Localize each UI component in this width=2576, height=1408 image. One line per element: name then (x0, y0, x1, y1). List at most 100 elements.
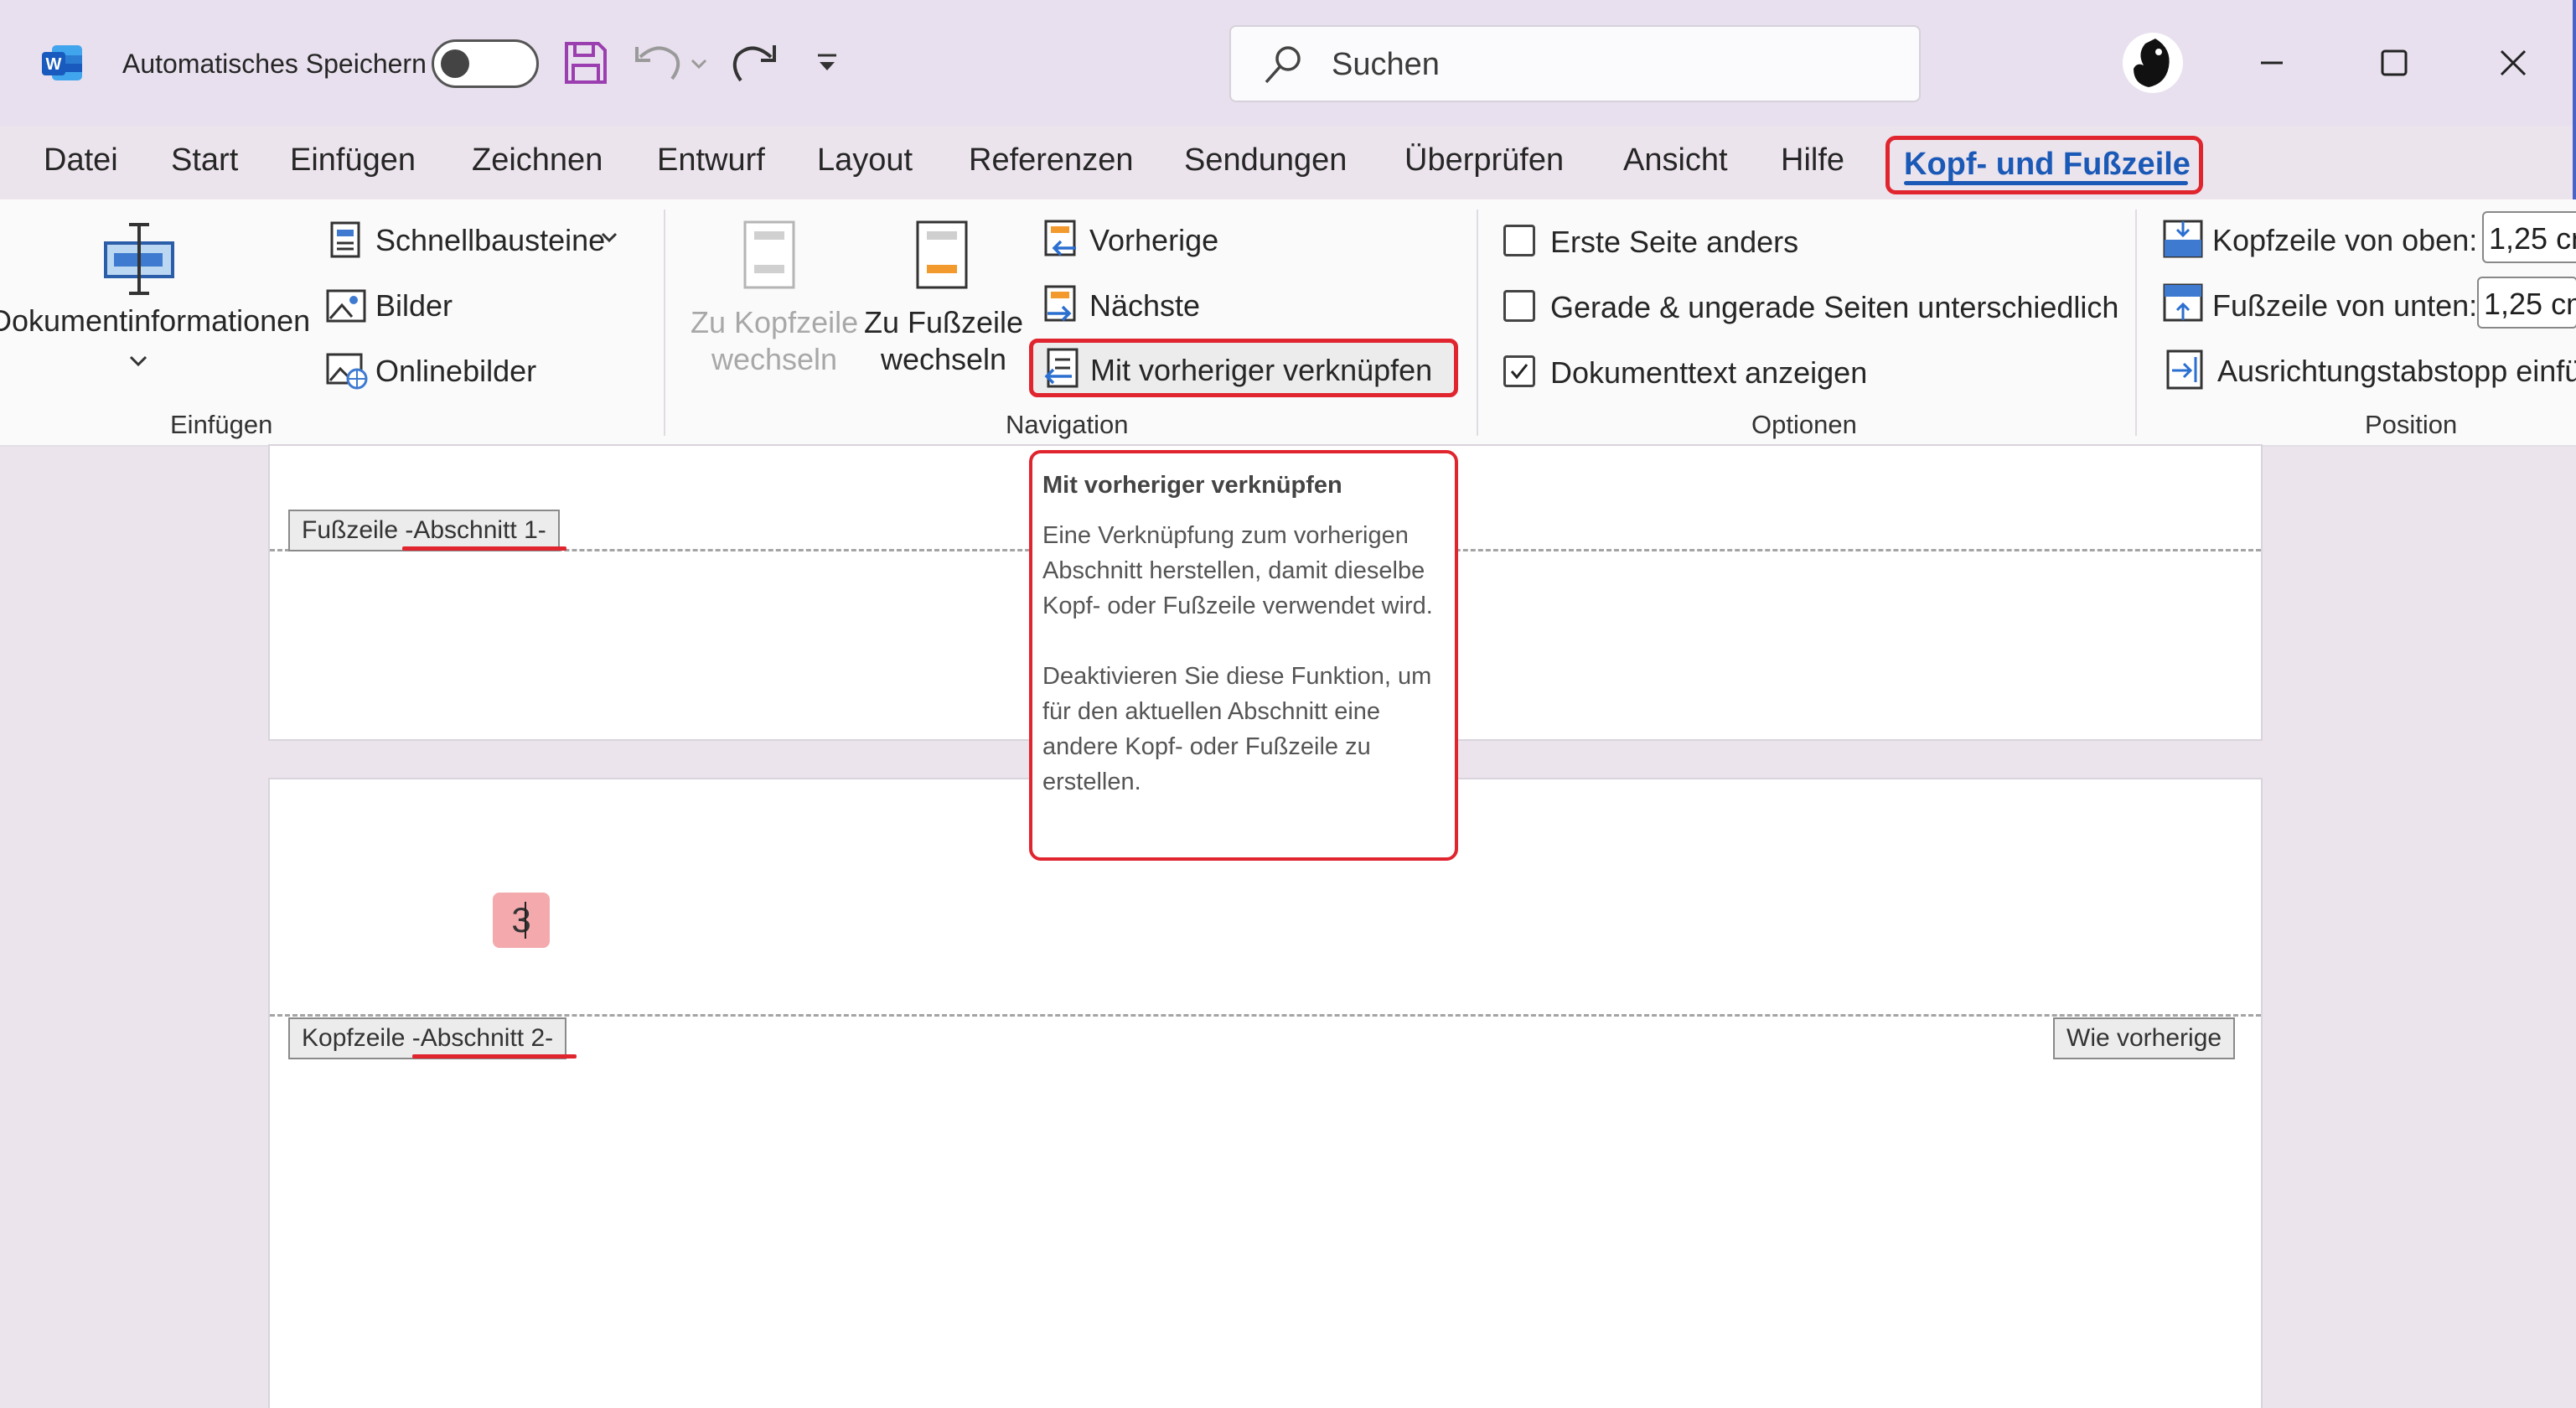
tooltip-title: Mit vorheriger verknüpfen (1042, 472, 1342, 499)
group-label-einfuegen: Einfügen (170, 410, 273, 439)
tab-hilfe[interactable]: Hilfe (1781, 142, 1844, 179)
bilder-label: Bilder (375, 288, 453, 323)
dokumenttext-checkbox[interactable] (1503, 355, 1535, 387)
option-erste-seite-anders[interactable]: Erste Seite anders (1503, 221, 1839, 260)
close-icon[interactable] (2484, 34, 2542, 92)
kopfzeile-von-oben-input[interactable]: 1,25 cm (2482, 211, 2576, 263)
goto-header-icon (743, 220, 795, 289)
dokumentinformationen-button[interactable]: Dokumentinformationen (0, 215, 312, 382)
link-to-previous-icon (1044, 348, 1079, 388)
next-icon (1044, 285, 1076, 322)
tab-ansicht[interactable]: Ansicht (1623, 142, 1728, 179)
search-box[interactable]: Suchen (1229, 25, 1921, 102)
fusszeile-von-unten-label: Fußzeile von unten: (2212, 288, 2478, 323)
onlinebilder-button[interactable]: Onlinebilder (323, 350, 550, 392)
zu-fusszeile-line1: Zu Fußzeile (863, 305, 1024, 339)
tooltip-paragraph-1: Eine Verknüpfung zum vorherigen Abschnit… (1042, 522, 1433, 619)
dokumentinformationen-label: Dokumentinformationen (0, 303, 311, 338)
tab-zeichnen[interactable]: Zeichnen (472, 142, 603, 179)
maximize-icon[interactable] (2365, 34, 2423, 92)
gerade-ungerade-checkbox[interactable] (1503, 290, 1535, 322)
zu-kopfzeile-wechseln-button: Zu Kopfzeile wechseln (679, 215, 863, 382)
previous-icon (1044, 220, 1076, 256)
checkmark-icon (1510, 364, 1529, 380)
header-section-2-tag: Kopfzeile -Abschnitt 2- (288, 1017, 567, 1059)
naechste-label: Nächste (1089, 288, 1201, 323)
tab-referenzen[interactable]: Referenzen (969, 142, 1133, 179)
gerade-ungerade-label: Gerade & ungerade Seiten unterschiedlich (1550, 290, 2119, 324)
header-boundary-line (270, 1014, 2261, 1017)
footer-bottom-icon (2163, 283, 2203, 322)
customize-toolbar-icon[interactable] (813, 50, 841, 75)
dokumenttext-label: Dokumenttext anzeigen (1550, 355, 1868, 390)
online-pictures-icon (326, 353, 368, 390)
vorherige-label: Vorherige (1089, 223, 1219, 257)
pictures-icon (326, 289, 366, 323)
zu-fusszeile-line2: wechseln (880, 342, 1007, 376)
minimize-icon[interactable] (2242, 34, 2301, 92)
zu-kopfzeile-line2: wechseln (711, 342, 838, 376)
ribbon-separator (664, 210, 665, 436)
ausrichtungstabstopp-button[interactable]: Ausrichtungstabstopp einfügen (2162, 347, 2576, 392)
tab-kopf-und-fusszeile[interactable]: Kopf- und Fußzeile (1885, 136, 2203, 194)
erste-seite-checkbox[interactable] (1503, 225, 1535, 256)
page-2 (268, 778, 2263, 1408)
alignment-tab-icon (2166, 349, 2203, 390)
group-label-position: Position (2365, 410, 2458, 439)
autosave-label: Automatisches Speichern (122, 49, 427, 79)
bilder-button[interactable]: Bilder (323, 285, 491, 327)
autosave-toggle[interactable] (432, 39, 539, 88)
ribbon-separator (2135, 210, 2137, 436)
tab-datei[interactable]: Datei (44, 142, 118, 179)
footer-section-1-tag: Fußzeile -Abschnitt 1- (288, 510, 560, 551)
mit-vorheriger-verknuepfen-button[interactable]: Mit vorheriger verknüpfen (1029, 339, 1458, 397)
option-dokumenttext-anzeigen[interactable]: Dokumenttext anzeigen (1503, 352, 1889, 391)
tooltip-mit-vorheriger-verknuepfen: Mit vorheriger verknüpfen Eine Verknüpfu… (1029, 450, 1458, 861)
fusszeile-von-unten-input[interactable]: 1,25 cm (2477, 277, 2576, 329)
ausrichtungstabstopp-label: Ausrichtungstabstopp einfügen (2217, 354, 2576, 388)
ribbon-separator (1477, 210, 1478, 436)
goto-footer-icon (916, 220, 968, 289)
search-icon (1265, 46, 1301, 84)
zu-kopfzeile-line1: Zu Kopfzeile (691, 305, 859, 339)
tab-einfuegen[interactable]: Einfügen (290, 142, 416, 179)
tooltip-paragraph-2: Deaktivieren Sie diese Funktion, um für … (1042, 663, 1432, 795)
save-icon[interactable] (563, 40, 608, 85)
page-number-field[interactable]: 3 (493, 893, 550, 948)
tab-sendungen[interactable]: Sendungen (1184, 142, 1347, 179)
chevron-down-icon (601, 232, 618, 243)
red-underline-annotation (412, 1054, 577, 1059)
tab-ueberpruefen[interactable]: Überprüfen (1404, 142, 1564, 179)
word-logo-icon: W (42, 45, 82, 80)
text-cursor (525, 902, 526, 939)
group-label-navigation: Navigation (1006, 410, 1129, 439)
naechste-button[interactable]: Nächste (1037, 285, 1255, 327)
avatar[interactable] (2122, 32, 2184, 94)
window-border (2573, 0, 2576, 201)
search-placeholder: Suchen (1332, 47, 1440, 82)
svg-text:W: W (46, 55, 62, 74)
chevron-down-icon (129, 355, 147, 367)
tab-start[interactable]: Start (171, 142, 238, 179)
red-underline-annotation (402, 546, 566, 551)
same-as-previous-tag: Wie vorherige (2053, 1017, 2236, 1059)
tab-entwurf[interactable]: Entwurf (657, 142, 765, 179)
schnellbausteine-button[interactable]: Schnellbausteine (323, 220, 634, 261)
active-tab-indicator (1904, 181, 2188, 185)
redo-icon[interactable] (731, 40, 778, 87)
zu-fusszeile-wechseln-button[interactable]: Zu Fußzeile wechseln (860, 215, 1027, 382)
quick-parts-icon (330, 221, 360, 258)
tab-layout[interactable]: Layout (817, 142, 913, 179)
undo-icon[interactable] (634, 40, 711, 85)
kopfzeile-von-oben-label: Kopfzeile von oben: (2212, 223, 2478, 257)
group-label-optionen: Optionen (1751, 410, 1857, 439)
erste-seite-label: Erste Seite anders (1550, 225, 1799, 259)
header-top-icon (2163, 220, 2203, 258)
schnellbausteine-label: Schnellbausteine (375, 223, 606, 257)
tab-kopf-und-fusszeile-label: Kopf- und Fußzeile (1904, 147, 2191, 182)
vorherige-button[interactable]: Vorherige (1037, 220, 1255, 261)
document-info-icon (104, 223, 174, 295)
mit-vorheriger-verknuepfen-label: Mit vorheriger verknüpfen (1090, 353, 1433, 387)
onlinebilder-label: Onlinebilder (375, 354, 537, 388)
option-gerade-ungerade[interactable]: Gerade & ungerade Seiten unterschiedlich (1503, 287, 2123, 325)
